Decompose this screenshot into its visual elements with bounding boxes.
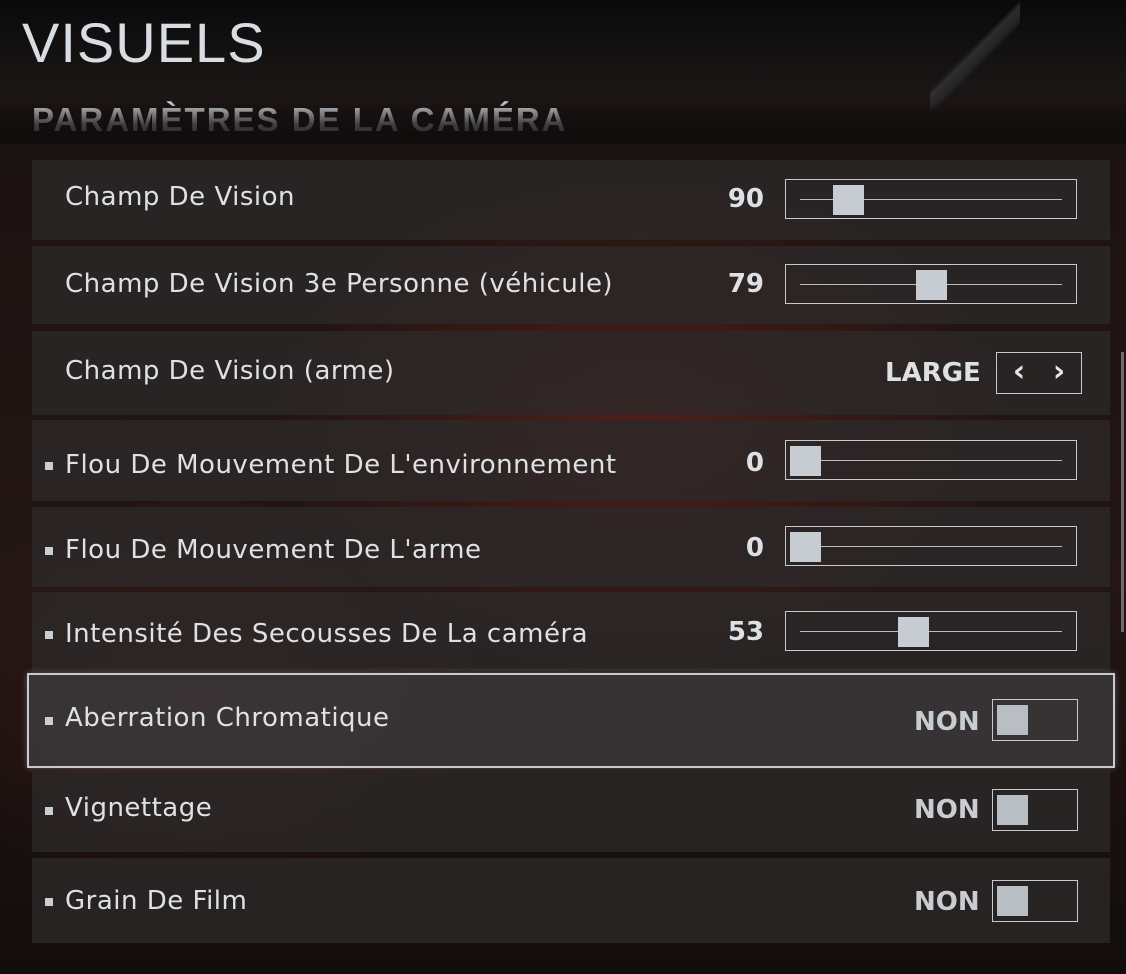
slider-thumb[interactable] (897, 617, 929, 647)
setting-row-weapon-field-of-view[interactable]: Champ De Vision (arme) LARGE ‹ › (32, 331, 1110, 415)
chevron-right-icon[interactable]: › (1041, 355, 1077, 389)
slider-track (800, 460, 1062, 461)
setting-row-camera-shake[interactable]: Intensité Des Secousses De La caméra 53 (32, 592, 1110, 671)
setting-row-environment-motion-blur[interactable]: Flou De Mouvement De L'environnement 0 (32, 420, 1110, 501)
page-title: VISUELS (22, 11, 266, 74)
setting-label: Aberration Chromatique (65, 703, 390, 733)
setting-row-vignette[interactable]: Vignettage NON (32, 771, 1110, 852)
selector-value: LARGE (885, 358, 981, 388)
setting-row-chromatic-aberration[interactable]: Aberration Chromatique NON (27, 673, 1115, 768)
setting-row-film-grain[interactable]: Grain De Film NON (32, 858, 1110, 943)
vehicle-field-of-view-slider[interactable] (785, 264, 1077, 304)
setting-value: 79 (727, 269, 764, 299)
camera-shake-slider[interactable] (785, 611, 1077, 651)
setting-label: Champ De Vision 3e Personne (véhicule) (65, 269, 614, 299)
film-grain-toggle[interactable] (992, 880, 1078, 922)
bullet-icon (45, 717, 53, 725)
bullet-icon (45, 462, 53, 470)
setting-label: Grain De Film (65, 886, 248, 916)
slider-track (800, 546, 1062, 547)
setting-label: Vignettage (65, 793, 213, 823)
slider-track (800, 631, 1062, 632)
setting-value: 0 (745, 448, 764, 478)
setting-row-field-of-view[interactable]: Champ De Vision 90 (32, 160, 1110, 240)
field-of-view-slider[interactable] (785, 179, 1077, 219)
slider-thumb[interactable] (832, 185, 864, 215)
environment-motion-blur-slider[interactable] (785, 440, 1077, 480)
section-title: PARAMÈTRES DE LA CAMÉRA (32, 96, 732, 136)
setting-label: Flou De Mouvement De L'arme (65, 535, 482, 565)
chromatic-aberration-toggle[interactable] (992, 699, 1078, 741)
toggle-value: NON (914, 707, 980, 737)
toggle-knob (997, 886, 1028, 916)
setting-value: 0 (745, 533, 764, 563)
slider-thumb[interactable] (915, 270, 947, 300)
chevron-left-icon[interactable]: ‹ (1001, 355, 1037, 389)
toggle-value: NON (914, 887, 980, 917)
setting-value: 53 (727, 617, 764, 647)
bullet-icon (45, 898, 53, 906)
section-title-text: PARAMÈTRES DE LA CAMÉRA (32, 101, 568, 136)
slider-thumb[interactable] (790, 532, 821, 562)
setting-label: Champ De Vision (arme) (65, 356, 395, 386)
weapon-motion-blur-slider[interactable] (785, 526, 1077, 566)
bullet-icon (45, 631, 53, 639)
slider-thumb[interactable] (790, 446, 821, 476)
bullet-icon (45, 807, 53, 815)
toggle-knob (997, 705, 1028, 735)
setting-label: Champ De Vision (65, 182, 296, 212)
toggle-value: NON (914, 795, 980, 825)
setting-value: 90 (727, 184, 764, 214)
weapon-fov-selector[interactable]: ‹ › (996, 352, 1082, 394)
vignette-toggle[interactable] (992, 789, 1078, 831)
setting-label: Intensité Des Secousses De La caméra (65, 619, 589, 649)
setting-label: Flou De Mouvement De L'environnement (65, 450, 617, 480)
background-beam (930, 0, 1020, 110)
setting-row-weapon-motion-blur[interactable]: Flou De Mouvement De L'arme 0 (32, 507, 1110, 587)
setting-row-vehicle-field-of-view[interactable]: Champ De Vision 3e Personne (véhicule) 7… (32, 246, 1110, 324)
scrollbar[interactable] (1121, 352, 1124, 632)
bullet-icon (45, 547, 53, 555)
toggle-knob (997, 795, 1028, 825)
